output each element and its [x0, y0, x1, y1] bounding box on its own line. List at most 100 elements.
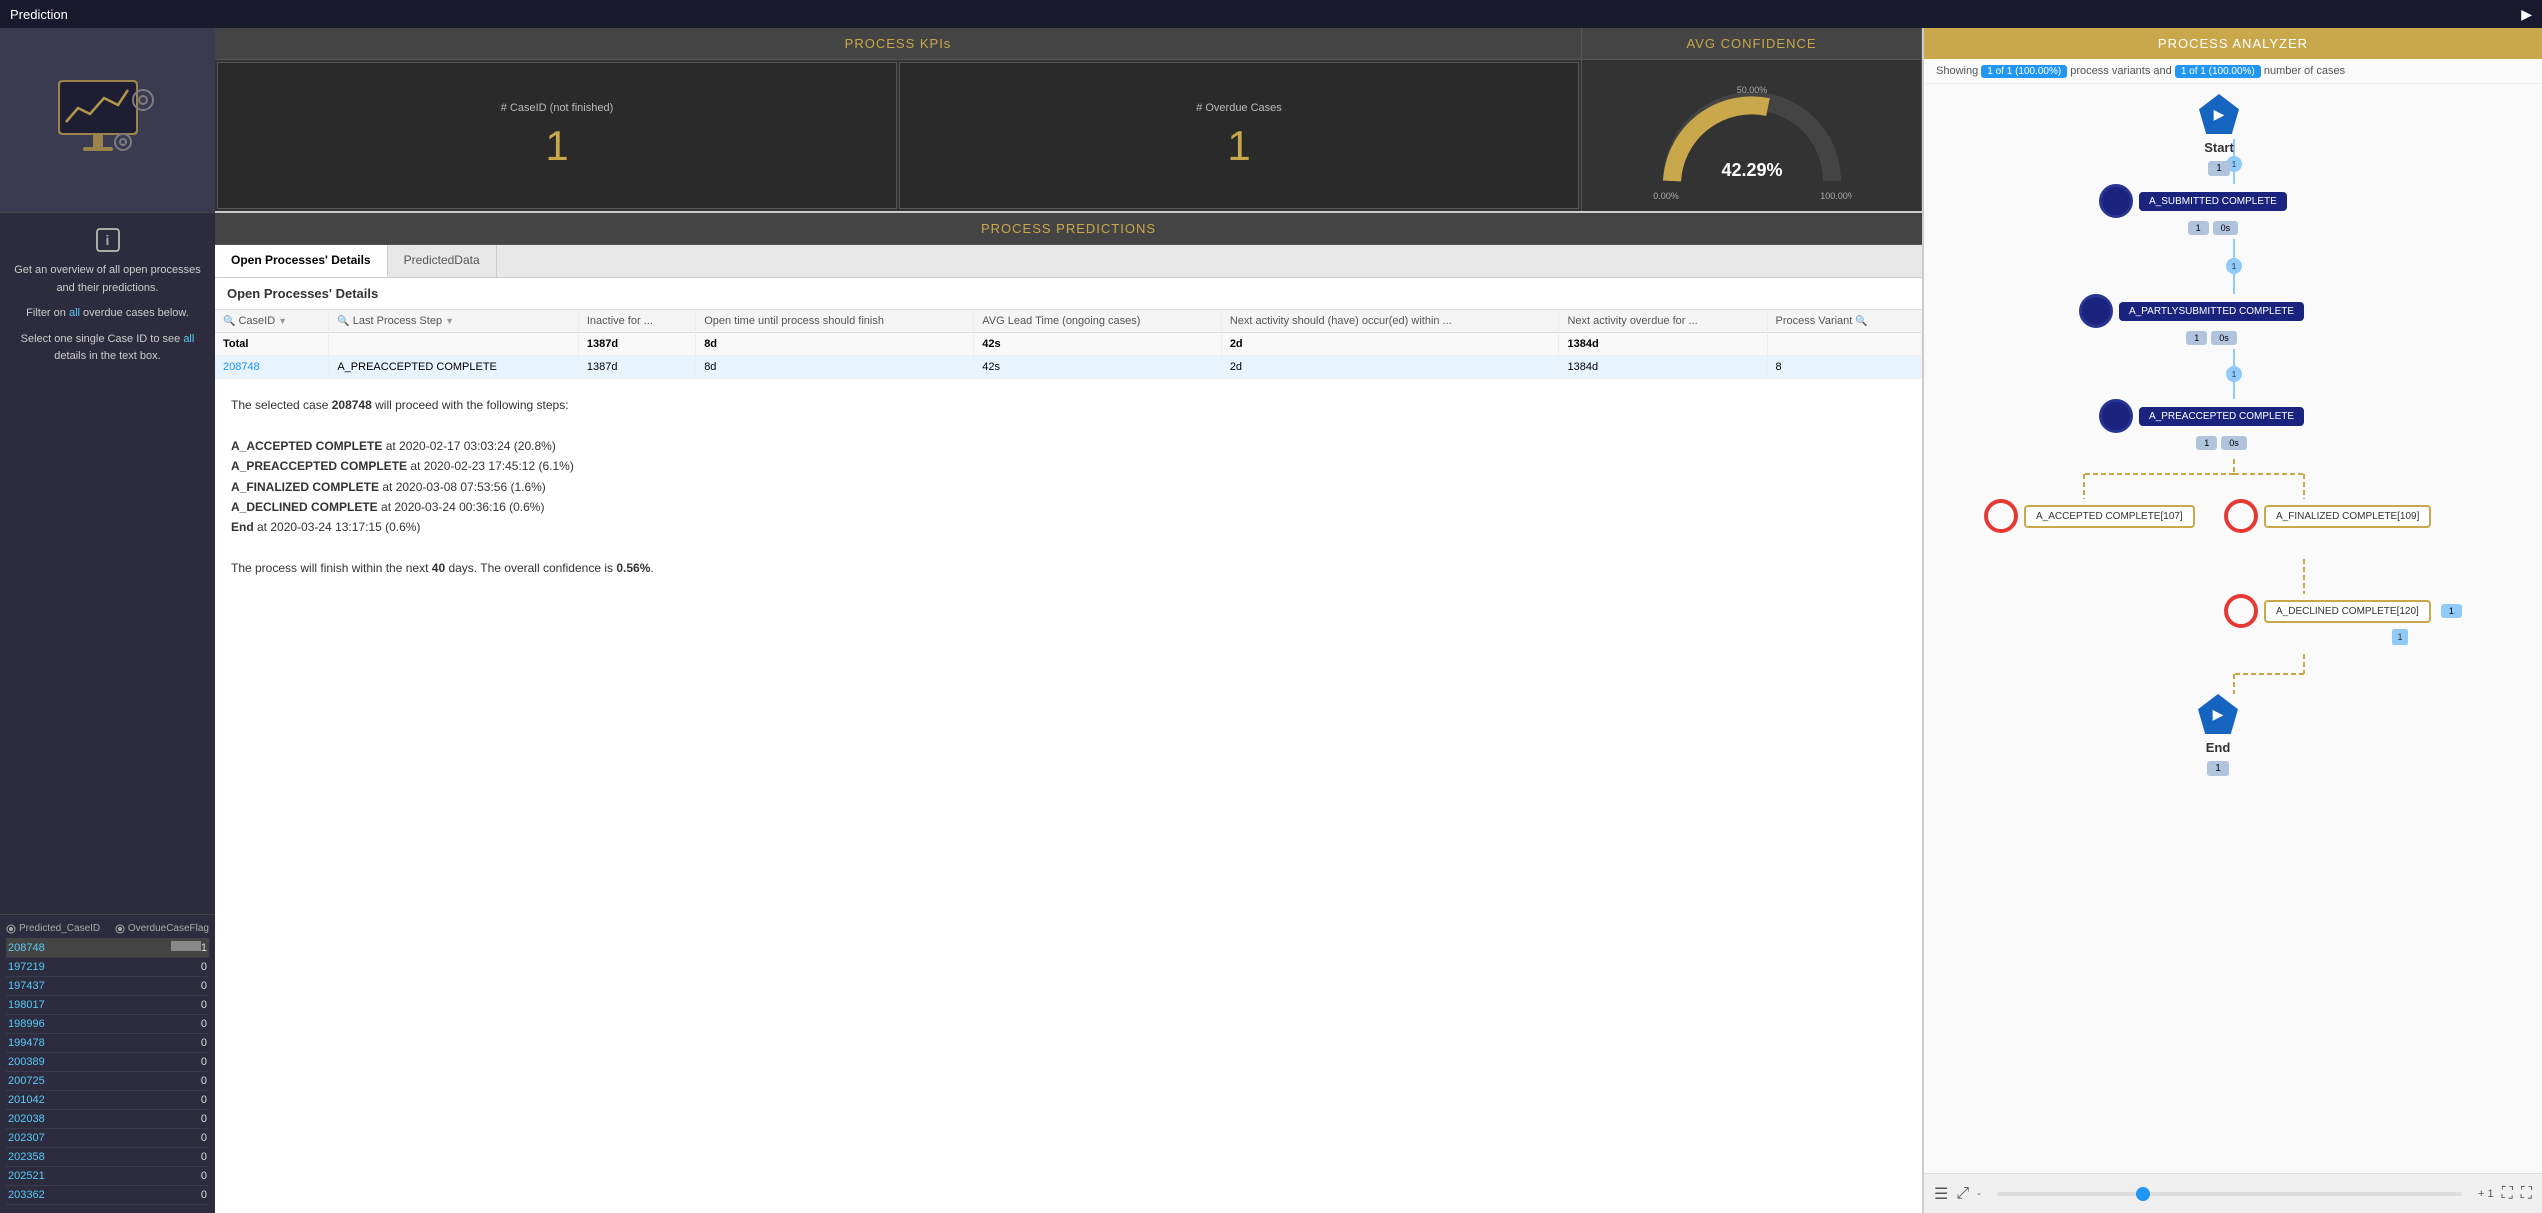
case-id-label: 203362 — [8, 1189, 147, 1201]
sort-icon-caseid[interactable]: ▼ — [278, 316, 287, 326]
sidebar-row[interactable]: 197219 0 — [6, 958, 209, 977]
tab-predicted-data[interactable]: PredictedData — [388, 245, 497, 277]
svg-text:1: 1 — [2232, 262, 2237, 271]
predictions-content: Open Processes' Details 🔍 CaseID ▼ — [215, 278, 1922, 1213]
confidence-title: AVG CONFIDENCE — [1582, 28, 1921, 60]
end-label: End — [2206, 740, 2231, 755]
arrows-icon[interactable]: ⤢ — [1956, 1185, 1969, 1203]
sidebar-row[interactable]: 198017 0 — [6, 996, 209, 1015]
declined-circle — [2224, 594, 2258, 628]
sidebar-row[interactable]: 208748 1 — [6, 938, 209, 958]
sidebar-row[interactable]: 202038 0 — [6, 1110, 209, 1129]
finalized-box: A_FINALIZED COMPLETE[109] — [2264, 505, 2431, 528]
sidebar-row[interactable]: 202358 0 — [6, 1148, 209, 1167]
confidence-gauge: 42.29% 0.00% 100.00% 50.00% — [1582, 60, 1921, 211]
collapse-icon[interactable]: ▶ — [2521, 6, 2532, 23]
badge-cases: 1 of 1 (100.00%) — [2175, 65, 2261, 78]
sort-icon-step[interactable]: ▼ — [445, 316, 454, 326]
info-icon-container: i — [10, 228, 205, 252]
row-avglead: 42s — [974, 356, 1222, 379]
analyzer-footer: ☰ ⤢ - + 1 ⛶ ⛶ — [1924, 1173, 2542, 1213]
th-last-step[interactable]: 🔍 Last Process Step ▼ — [329, 310, 579, 333]
start-label: Start — [2204, 140, 2234, 155]
th-variant[interactable]: Process Variant 🔍 — [1767, 310, 1921, 333]
zoom-bar[interactable] — [1997, 1192, 2462, 1196]
list-icon[interactable]: ☰ — [1934, 1184, 1948, 1204]
preaccepted-circle — [2099, 399, 2133, 433]
sidebar-row[interactable]: 197437 0 — [6, 977, 209, 996]
highlight-all: all — [69, 307, 80, 319]
case-id-label: 198996 — [8, 1018, 147, 1030]
total-step — [329, 333, 579, 356]
end-node: ▶ End 1 — [2198, 694, 2238, 776]
predictions-table: 🔍 CaseID ▼ 🔍 Last Process Step — [215, 310, 1922, 379]
table-header-row: 🔍 CaseID ▼ 🔍 Last Process Step — [215, 310, 1922, 333]
kpi-title: PROCESS KPIs — [215, 28, 1581, 60]
end-count: 1 — [2207, 761, 2229, 776]
analyzer-subtitle: Showing 1 of 1 (100.00%) process variant… — [1924, 59, 2542, 84]
case-id-label: 202307 — [8, 1132, 147, 1144]
sidebar-desc-1: Get an overview of all open processes an… — [10, 262, 205, 297]
partly-node: A_PARTLYSUBMITTED COMPLETE 1 0s — [2079, 294, 2304, 345]
svg-text:0.00%: 0.00% — [1653, 191, 1679, 201]
process-analyzer: PROCESS ANALYZER Showing 1 of 1 (100.00%… — [1922, 28, 2542, 1213]
kpi-label-1: # CaseID (not finished) — [493, 102, 622, 114]
svg-text:1: 1 — [2232, 370, 2237, 379]
topbar: Prediction ▶ — [0, 0, 2542, 28]
prediction-intro: The selected case 208748 will proceed wi… — [231, 395, 1906, 415]
sidebar-row[interactable]: 200725 0 — [6, 1072, 209, 1091]
submitted-box: A_SUBMITTED COMPLETE — [2139, 192, 2287, 211]
col-label-caseid: Predicted_CaseID — [6, 923, 111, 934]
zoom-handle[interactable] — [2136, 1187, 2150, 1201]
prediction-step: A_FINALIZED COMPLETE at 2020-03-08 07:53… — [231, 477, 1906, 497]
total-inactive: 1387d — [578, 333, 695, 356]
row-step: A_PREACCEPTED COMPLETE — [329, 356, 579, 379]
prediction-finish: The process will finish within the next … — [231, 558, 1906, 578]
partly-count: 1 — [2186, 331, 2207, 345]
expand-icon[interactable]: ⛶ — [2502, 1185, 2513, 1203]
accepted-box: A_ACCEPTED COMPLETE[107] — [2024, 505, 2195, 528]
case-id-label: 208748 — [8, 942, 147, 954]
sidebar-row[interactable]: 199478 0 — [6, 1034, 209, 1053]
center-panel: PROCESS KPIs # CaseID (not finished) 1 #… — [215, 28, 1922, 1213]
search-icon-caseid[interactable]: 🔍 — [223, 316, 235, 327]
row-nextact: 2d — [1221, 356, 1559, 379]
row-nextoverdue: 1384d — [1559, 356, 1767, 379]
sidebar-row[interactable]: 198996 0 — [6, 1015, 209, 1034]
case-id-label: 201042 — [8, 1094, 147, 1106]
predictions-tabs: Open Processes' Details PredictedData — [215, 245, 1922, 278]
zoom-min-label: - — [1977, 1188, 1981, 1200]
kpi-value-2: 1 — [1227, 122, 1250, 170]
sidebar-row[interactable]: 200389 0 — [6, 1053, 209, 1072]
submitted-count: 1 — [2188, 221, 2209, 235]
sidebar-row[interactable]: 202307 0 — [6, 1129, 209, 1148]
kpi-card-1: # CaseID (not finished) 1 — [217, 62, 897, 209]
sidebar-row[interactable]: 203362 0 — [6, 1186, 209, 1205]
sidebar-bottom: Predicted_CaseID OverdueCaseFlag 208748 … — [0, 914, 215, 1213]
flag-value: 0 — [147, 961, 207, 973]
th-next-overdue: Next activity overdue for ... — [1559, 310, 1767, 333]
flag-value: 0 — [147, 1189, 207, 1201]
kpi-label-2: # Overdue Cases — [1188, 102, 1290, 114]
search-icon-variant[interactable]: 🔍 — [1855, 316, 1867, 327]
case-id-label: 202358 — [8, 1151, 147, 1163]
fullscreen-icon[interactable]: ⛶ — [2521, 1185, 2532, 1203]
highlight-all2: all — [183, 333, 194, 345]
table-container[interactable]: 🔍 CaseID ▼ 🔍 Last Process Step — [215, 310, 1922, 379]
sidebar-row[interactable]: 201042 0 — [6, 1091, 209, 1110]
row-caseid: 208748 — [215, 356, 329, 379]
kpi-row: PROCESS KPIs # CaseID (not finished) 1 #… — [215, 28, 1922, 213]
sidebar-logo — [0, 28, 215, 213]
predictions-title: PROCESS PREDICTIONS — [215, 213, 1922, 245]
sidebar-desc-3: Select one single Case ID to see all det… — [10, 331, 205, 366]
partly-time: 0s — [2211, 331, 2237, 345]
start-count: 1 — [2208, 161, 2230, 176]
submitted-node: A_SUBMITTED COMPLETE 1 0s — [2099, 184, 2287, 235]
search-icon-step[interactable]: 🔍 — [337, 316, 349, 327]
tab-open-processes[interactable]: Open Processes' Details — [215, 245, 388, 277]
table-row[interactable]: 208748 A_PREACCEPTED COMPLETE 1387d 8d 4… — [215, 356, 1922, 379]
sidebar-row[interactable]: 202521 0 — [6, 1167, 209, 1186]
total-nextact: 2d — [1221, 333, 1559, 356]
prediction-text-area: The selected case 208748 will proceed wi… — [215, 379, 1922, 1213]
th-caseid[interactable]: 🔍 CaseID ▼ — [215, 310, 329, 333]
